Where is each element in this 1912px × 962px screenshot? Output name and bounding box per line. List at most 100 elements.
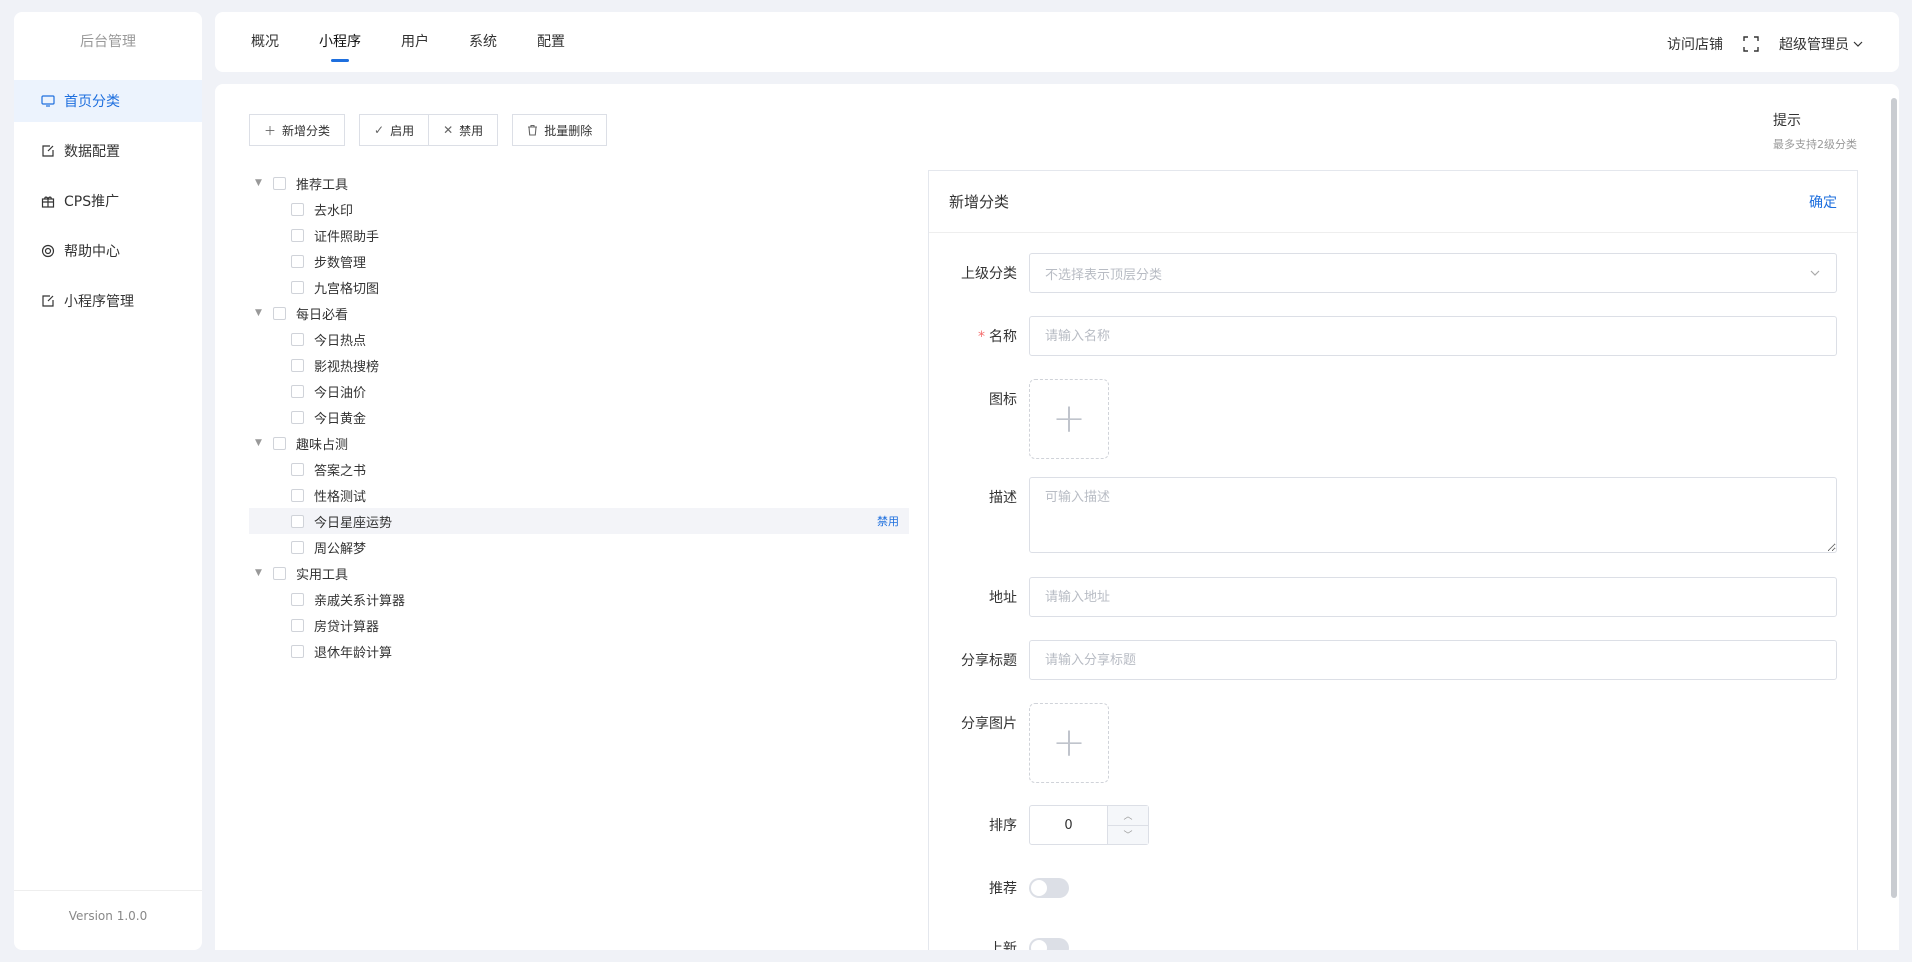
name-label: * 名称	[929, 326, 1017, 346]
tree-node-label: 今日油价	[314, 385, 367, 401]
nav-tab[interactable]: 系统	[469, 12, 497, 72]
disable-button[interactable]: ✕ 禁用	[429, 114, 499, 146]
tree-child-node[interactable]: 证件照助手	[249, 222, 909, 248]
disable-link[interactable]: 禁用	[877, 513, 899, 529]
enable-button[interactable]: ✓ 启用	[359, 114, 430, 146]
add-category-form: 新增分类 确定 上级分类 不选择表示顶层分类 *名称 图标 + 描述	[928, 170, 1858, 950]
fullscreen-icon[interactable]	[1743, 36, 1759, 52]
chevron-down-icon[interactable]: ﹀	[1108, 825, 1148, 844]
sidebar-item-label: 数据配置	[64, 144, 120, 160]
plus-icon: +	[1052, 720, 1086, 766]
tree-node-label: 今日黄金	[314, 411, 367, 427]
share-title-label: 分享标题	[961, 653, 1017, 669]
tree-child-node[interactable]: 性格测试	[249, 482, 909, 508]
top-nav: 概况 小程序 用户 系统 配置 访问店铺 超级管理员	[215, 12, 1899, 72]
url-label: 地址	[989, 590, 1017, 606]
tree-child-node[interactable]: 今日星座运势 禁用	[249, 508, 909, 534]
icon-label: 图标	[989, 392, 1017, 408]
name-label-text: 名称	[989, 329, 1017, 345]
admin-menu[interactable]: 超级管理员	[1779, 34, 1863, 54]
tree-checkbox[interactable]	[273, 176, 286, 190]
tree-child-node[interactable]: 答案之书	[249, 456, 909, 482]
caret-down-icon[interactable]: ▼	[255, 438, 267, 448]
url-input[interactable]	[1029, 577, 1837, 617]
tree-checkbox[interactable]	[291, 618, 304, 632]
tree-checkbox[interactable]	[291, 514, 304, 528]
tree-checkbox[interactable]	[291, 488, 304, 502]
tree-node-label: 实用工具	[296, 567, 349, 583]
tree-checkbox[interactable]	[273, 566, 286, 580]
visit-store-link[interactable]: 访问店铺	[1667, 34, 1723, 54]
sidebar-item-label: 首页分类	[64, 94, 120, 110]
tree-node[interactable]: ▼ 实用工具	[249, 560, 909, 586]
tree-node-label: 今日星座运势	[314, 515, 393, 531]
sidebar-item[interactable]: 首页分类	[14, 80, 202, 122]
tree-checkbox[interactable]	[291, 410, 304, 424]
tree-checkbox[interactable]	[291, 228, 304, 242]
tree-checkbox[interactable]	[291, 358, 304, 372]
tree-node[interactable]: ▼ 推荐工具	[249, 170, 909, 196]
version-label: Version 1.0.0	[14, 890, 202, 950]
brand-title: 后台管理	[80, 34, 136, 50]
icon-upload[interactable]: +	[1029, 379, 1109, 459]
parent-category-select[interactable]: 不选择表示顶层分类	[1029, 253, 1837, 293]
tree-checkbox[interactable]	[291, 332, 304, 346]
tree-child-node[interactable]: 九宫格切图	[249, 274, 909, 300]
share-title-input[interactable]	[1029, 640, 1837, 680]
nav-tab[interactable]: 用户	[401, 12, 429, 72]
tree-checkbox[interactable]	[291, 254, 304, 268]
tree-checkbox[interactable]	[273, 436, 286, 450]
tree-checkbox[interactable]	[291, 462, 304, 476]
parent-category-placeholder: 不选择表示顶层分类	[1045, 267, 1163, 283]
tree-child-node[interactable]: 今日油价	[249, 378, 909, 404]
caret-down-icon[interactable]: ▼	[255, 178, 267, 188]
sort-value[interactable]: 0	[1030, 806, 1108, 844]
nav-tab[interactable]: 概况	[251, 12, 279, 72]
recommend-switch[interactable]	[1029, 878, 1069, 898]
tree-child-node[interactable]: 亲戚关系计算器	[249, 586, 909, 612]
tree-child-node[interactable]: 去水印	[249, 196, 909, 222]
tree-checkbox[interactable]	[291, 384, 304, 398]
tree-node-label: 九宫格切图	[314, 281, 380, 297]
tree-checkbox[interactable]	[273, 306, 286, 320]
scrollbar[interactable]	[1891, 98, 1897, 898]
nav-tab[interactable]: 配置	[537, 12, 565, 72]
monitor-icon	[40, 93, 56, 109]
description-textarea[interactable]	[1029, 477, 1837, 553]
recommend-label: 推荐	[989, 881, 1017, 897]
nav-tab[interactable]: 小程序	[319, 12, 361, 72]
new-switch[interactable]	[1029, 938, 1069, 950]
tree-child-node[interactable]: 步数管理	[249, 248, 909, 274]
tree-node[interactable]: ▼ 每日必看	[249, 300, 909, 326]
tree-checkbox[interactable]	[291, 592, 304, 606]
confirm-button[interactable]: 确定	[1809, 192, 1837, 212]
required-mark: *	[978, 329, 985, 345]
add-category-button[interactable]: ＋ 新增分类	[249, 114, 346, 146]
tree-checkbox[interactable]	[291, 202, 304, 216]
tree-child-node[interactable]: 影视热搜榜	[249, 352, 909, 378]
name-input[interactable]	[1029, 316, 1837, 356]
tree-checkbox[interactable]	[291, 540, 304, 554]
sort-stepper[interactable]: 0 ︿ ﹀	[1029, 805, 1149, 845]
tree-checkbox[interactable]	[291, 644, 304, 658]
share-image-upload[interactable]: +	[1029, 703, 1109, 783]
tree-child-node[interactable]: 退休年龄计算	[249, 638, 909, 664]
batch-delete-button[interactable]: 批量删除	[512, 114, 608, 146]
tree-child-node[interactable]: 房贷计算器	[249, 612, 909, 638]
caret-down-icon[interactable]: ▼	[255, 568, 267, 578]
tree-child-node[interactable]: 今日热点	[249, 326, 909, 352]
caret-down-icon[interactable]: ▼	[255, 308, 267, 318]
sidebar-item[interactable]: 数据配置	[14, 130, 202, 172]
chevron-up-icon[interactable]: ︿	[1108, 806, 1148, 826]
tree-node[interactable]: ▼ 趣味占测	[249, 430, 909, 456]
tree-node-label: 退休年龄计算	[314, 645, 393, 661]
sidebar-item[interactable]: CPS推广	[14, 180, 202, 222]
tree-child-node[interactable]: 周公解梦	[249, 534, 909, 560]
tree-checkbox[interactable]	[291, 280, 304, 294]
tree-child-node[interactable]: 今日黄金	[249, 404, 909, 430]
sidebar-item[interactable]: 帮助中心	[14, 230, 202, 272]
status-button-group: ✓ 启用 ✕ 禁用	[359, 114, 499, 146]
sidebar-item[interactable]: 小程序管理	[14, 280, 202, 322]
tree-node-label: 答案之书	[314, 463, 367, 479]
lifebuoy-icon	[40, 243, 56, 259]
